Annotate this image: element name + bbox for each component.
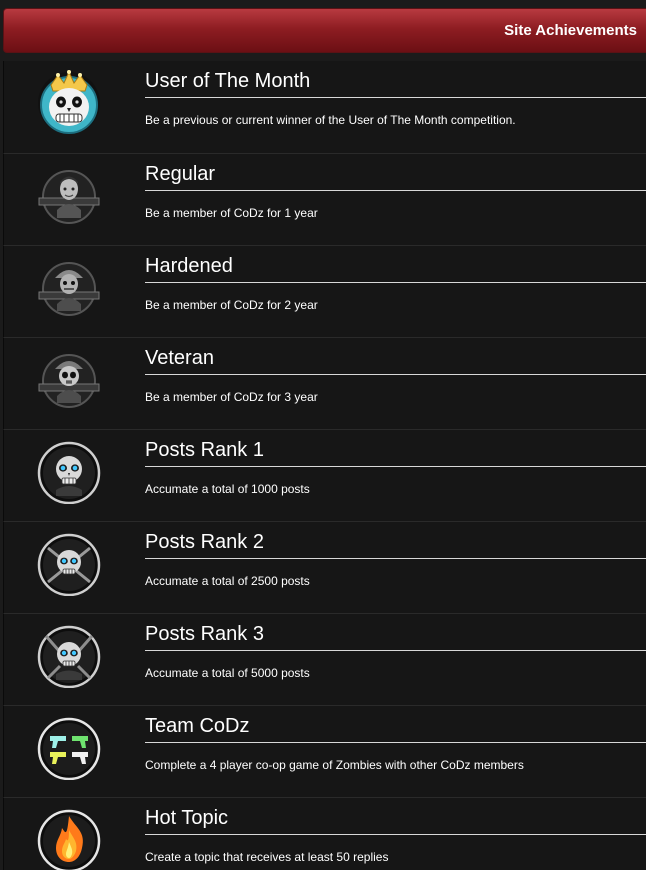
divider [145,282,646,283]
achievement-title: Team CoDz [145,715,250,737]
achievement-description: Be a member of CoDz for 1 year [145,206,318,220]
divider [145,97,646,98]
achievement-title: Regular [145,163,216,185]
skull-rank3-icon [36,622,102,688]
achievement-row: Posts Rank 1 Accumate a total of 1000 po… [3,429,646,521]
achievement-description: Be a member of CoDz for 3 year [145,390,318,404]
achievement-title: Hot Topic [145,807,229,829]
achievement-row: Posts Rank 3 Accumate a total of 5000 po… [3,613,646,705]
pistols-icon [36,714,102,780]
achievement-row: Hot Topic Create a topic that receives a… [3,797,646,870]
divider [145,374,646,375]
skull-rank2-icon [36,530,102,596]
skull-soldier-emblem-icon [36,346,102,412]
achievement-title: User of The Month [145,70,311,92]
achievement-title: Veteran [145,347,214,369]
achievement-row: User of The Month Be a previous or curre… [3,61,646,153]
divider [145,650,646,651]
soldier-emblem-icon [36,162,102,228]
achievement-row: Veteran Be a member of CoDz for 3 year [3,337,646,429]
divider [145,190,646,191]
achievement-description: Accumate a total of 5000 posts [145,666,310,680]
achievement-description: Be a member of CoDz for 2 year [145,298,318,312]
flame-icon [36,806,102,870]
achievement-description: Accumate a total of 2500 posts [145,574,310,588]
achievement-row: Team CoDz Complete a 4 player co-op game… [3,705,646,797]
achievements-page: Site Achievements User of The Month Be a… [0,0,646,870]
achievement-title: Hardened [145,255,233,277]
achievement-description: Create a topic that receives at least 50… [145,850,389,864]
achievement-title: Posts Rank 2 [145,531,264,553]
achievement-description: Complete a 4 player co-op game of Zombie… [145,758,524,772]
soldier-cap-emblem-icon [36,254,102,320]
achievement-title: Posts Rank 3 [145,623,264,645]
divider [145,834,646,835]
achievement-row: Posts Rank 2 Accumate a total of 2500 po… [3,521,646,613]
achievement-list: User of The Month Be a previous or curre… [3,61,646,870]
divider [145,558,646,559]
header-title: Site Achievements [504,22,637,39]
achievement-description: Accumate a total of 1000 posts [145,482,310,496]
achievement-description: Be a previous or current winner of the U… [145,113,516,127]
divider [145,466,646,467]
header-bar: Site Achievements [3,8,646,53]
achievement-row: Regular Be a member of CoDz for 1 year [3,153,646,245]
divider [145,742,646,743]
achievement-row: Hardened Be a member of CoDz for 2 year [3,245,646,337]
achievement-title: Posts Rank 1 [145,439,264,461]
skull-rank1-icon [36,438,102,504]
king-skull-icon [36,69,102,135]
